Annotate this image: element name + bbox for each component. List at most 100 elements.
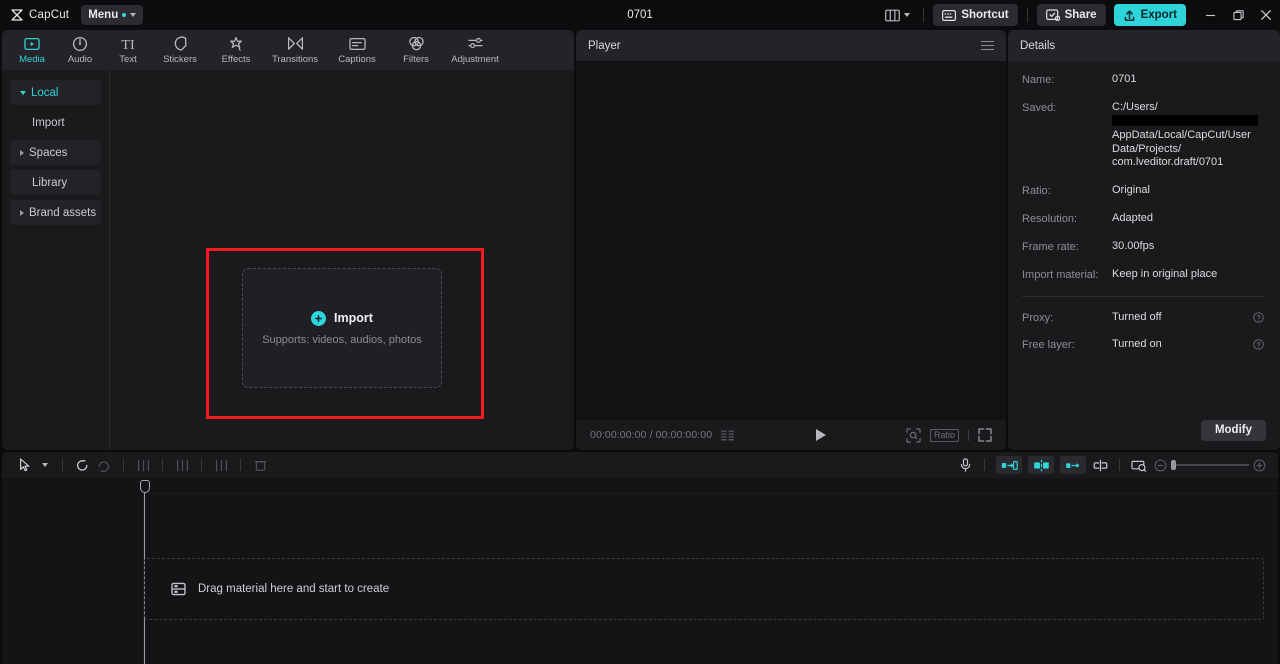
player-title: Player xyxy=(588,39,621,52)
tab-media[interactable]: Media xyxy=(8,30,56,70)
detail-value[interactable]: Turned on xyxy=(1112,338,1253,352)
timeline-tracks-area[interactable]: Drag material here and start to create xyxy=(2,478,1278,664)
detail-key: Import material: xyxy=(1022,268,1099,281)
auto-cut-button[interactable] xyxy=(996,456,1022,474)
layout-button[interactable] xyxy=(881,4,914,26)
zoom-out-button[interactable] xyxy=(1154,459,1167,472)
trim-right-button[interactable] xyxy=(210,454,232,476)
select-tool-dropdown[interactable] xyxy=(36,454,54,476)
brand-name: CapCut xyxy=(29,9,70,21)
split-button[interactable] xyxy=(132,454,154,476)
media-sidebar: Local Import Spaces Library Brand assets xyxy=(2,70,110,450)
divider xyxy=(162,459,163,471)
sidebar-item-spaces[interactable]: Spaces xyxy=(10,140,101,165)
menu-notification-dot xyxy=(122,13,127,17)
player-canvas[interactable] xyxy=(576,61,1006,420)
tab-text[interactable]: TI Text xyxy=(104,30,152,70)
plus-icon xyxy=(311,310,327,326)
info-icon[interactable] xyxy=(1253,312,1264,323)
delete-button[interactable] xyxy=(249,454,271,476)
details-title: Details xyxy=(1020,39,1056,52)
import-dropzone[interactable]: Import Supports: videos, audios, photos xyxy=(242,268,442,388)
tab-label: Filters xyxy=(403,54,429,65)
saved-path-line-3: Data/Projects/ xyxy=(1112,142,1182,155)
tab-audio[interactable]: Audio xyxy=(56,30,104,70)
details-footer: Modify xyxy=(1008,410,1280,450)
zoom-slider[interactable] xyxy=(1171,460,1249,470)
detail-value[interactable]: Turned off xyxy=(1112,311,1253,325)
info-icon[interactable] xyxy=(1253,339,1264,350)
capcut-window: CapCut Menu 0701 Shortcut Share Export M… xyxy=(0,0,1280,664)
shortcut-label: Shortcut xyxy=(961,9,1009,21)
zoom-slider-handle[interactable] xyxy=(1171,460,1176,470)
select-tool-button[interactable] xyxy=(14,454,36,476)
transitions-icon xyxy=(287,35,304,52)
tab-transitions[interactable]: Transitions xyxy=(264,30,326,70)
snapshot-button[interactable] xyxy=(1128,454,1150,476)
audio-icon xyxy=(72,35,88,52)
svg-text:TI: TI xyxy=(121,38,135,51)
detail-key: Free layer: xyxy=(1022,338,1075,351)
chevron-right-icon xyxy=(20,209,24,216)
player-header: Player xyxy=(576,30,1006,61)
detail-row-saved: Saved: C:/Users/ AppData/Local/CapCut/Us… xyxy=(1022,101,1264,170)
import-label: Import xyxy=(334,311,373,325)
detail-row-import-material: Import material: Keep in original place xyxy=(1022,268,1264,282)
timeline-track-headers xyxy=(2,478,144,664)
sidebar-item-import[interactable]: Import xyxy=(10,110,101,135)
minimize-button[interactable] xyxy=(1196,0,1224,30)
saved-path-prefix: C:/Users/ xyxy=(1112,101,1158,113)
player-menu-icon[interactable] xyxy=(981,40,994,51)
sidebar-item-brand-assets[interactable]: Brand assets xyxy=(10,200,101,225)
shortcut-button[interactable]: Shortcut xyxy=(933,4,1018,26)
material-icon xyxy=(171,582,186,596)
maximize-button[interactable] xyxy=(1224,0,1252,30)
details-panel: Details Name: 0701 Saved: C:/Users/ AppD… xyxy=(1008,30,1280,450)
timeline-ruler[interactable] xyxy=(144,478,1278,494)
player-controls: 00:00:00:00 / 00:00:00:00 Ratio xyxy=(576,420,1006,450)
sidebar-item-library[interactable]: Library xyxy=(10,170,101,195)
modify-button[interactable]: Modify xyxy=(1200,419,1266,441)
sidebar-item-local[interactable]: Local xyxy=(10,80,101,105)
fit-to-screen-icon[interactable] xyxy=(906,427,921,443)
ratio-button[interactable]: Ratio xyxy=(929,428,959,442)
redo-button[interactable] xyxy=(93,454,115,476)
record-voiceover-button[interactable] xyxy=(954,454,976,476)
chevron-down-icon xyxy=(904,13,911,17)
divider xyxy=(1119,459,1120,471)
detail-key: Saved: xyxy=(1022,102,1057,114)
tool-tab-bar: Media Audio TI Text Stickers Effects Tra… xyxy=(2,30,574,70)
fullscreen-icon[interactable] xyxy=(978,428,992,442)
tab-stickers[interactable]: Stickers xyxy=(152,30,208,70)
detail-value: Keep in original place xyxy=(1112,267,1218,280)
export-button[interactable]: Export xyxy=(1113,4,1186,26)
stickers-icon xyxy=(172,35,188,52)
media-panel: Media Audio TI Text Stickers Effects Tra… xyxy=(2,30,574,450)
tab-filters[interactable]: Filters xyxy=(388,30,444,70)
timeline-canvas[interactable]: Drag material here and start to create xyxy=(139,478,1278,664)
zoom-in-button[interactable] xyxy=(1253,459,1266,472)
playhead-handle[interactable] xyxy=(139,480,150,493)
undo-button[interactable] xyxy=(71,454,93,476)
tab-label: Effects xyxy=(221,54,251,65)
share-icon xyxy=(1045,9,1060,21)
mirror-button[interactable] xyxy=(1028,456,1054,474)
tab-label: Stickers xyxy=(163,54,197,65)
crop-button[interactable] xyxy=(1060,456,1086,474)
upload-icon xyxy=(1123,9,1136,22)
detail-row-ratio: Ratio: Original xyxy=(1022,184,1264,198)
tab-effects[interactable]: Effects xyxy=(208,30,264,70)
trim-left-button[interactable] xyxy=(171,454,193,476)
timecode-format-icon[interactable] xyxy=(721,430,736,441)
close-button[interactable] xyxy=(1252,0,1280,30)
timeline-dropzone[interactable]: Drag material here and start to create xyxy=(144,558,1264,620)
menu-button[interactable]: Menu xyxy=(81,5,144,25)
share-button[interactable]: Share xyxy=(1036,4,1106,26)
tab-captions[interactable]: Captions xyxy=(326,30,388,70)
sidebar-item-label: Import xyxy=(32,116,65,129)
tab-adjustment[interactable]: Adjustment xyxy=(444,30,506,70)
adjustment-icon xyxy=(467,35,484,52)
freeze-button[interactable] xyxy=(1089,454,1111,476)
play-button[interactable] xyxy=(816,429,827,441)
chevron-down-icon xyxy=(42,463,48,467)
